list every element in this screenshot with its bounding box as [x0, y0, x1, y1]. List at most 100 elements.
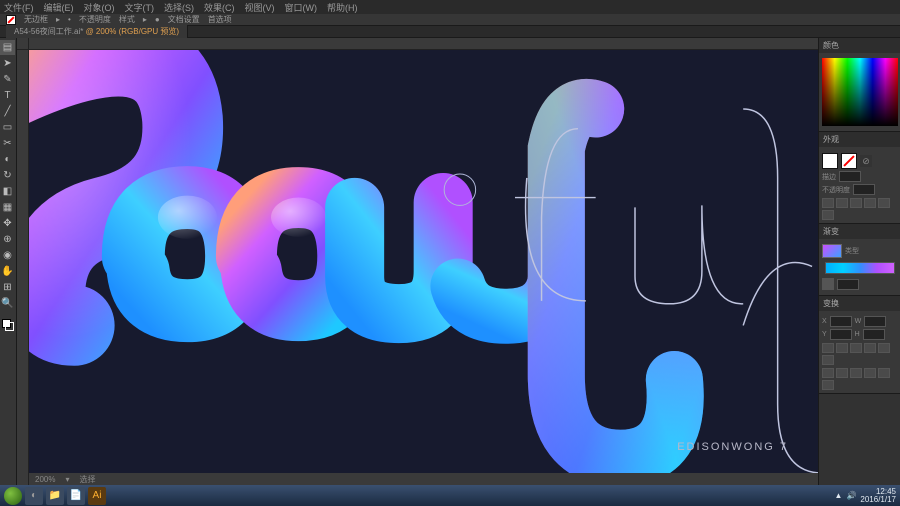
- horizontal-ruler[interactable]: [29, 38, 818, 50]
- no-stroke-icon[interactable]: ⊘: [860, 155, 872, 167]
- join-bevel-icon[interactable]: [822, 210, 834, 220]
- cap-butt-icon[interactable]: [822, 198, 834, 208]
- tray-sound-icon[interactable]: 🔊: [846, 491, 856, 500]
- taskbar-item-2[interactable]: 📁: [46, 487, 64, 505]
- artboard[interactable]: EDISONWONG 7: [29, 50, 818, 473]
- width-tool[interactable]: ◧: [0, 184, 15, 199]
- gradient-stop-icon[interactable]: [822, 278, 834, 290]
- fill-stroke-icon[interactable]: [0, 317, 15, 332]
- menu-edit[interactable]: 编辑(E): [44, 1, 74, 14]
- current-tool-label: 选择: [79, 474, 95, 485]
- h-label: H: [855, 331, 860, 338]
- document-tab[interactable]: A54-56夜间工作.ai* @ 200% (RGB/GPU 预览): [6, 25, 188, 38]
- taskbar-item-ai[interactable]: Ai: [88, 487, 106, 505]
- doc-setup-button[interactable]: 文档设置: [168, 14, 200, 25]
- gradient-slider[interactable]: [825, 262, 895, 274]
- pf-exclude-icon[interactable]: [864, 368, 876, 378]
- tab-zoom: @ 200%: [83, 27, 116, 36]
- taskbar-item-1[interactable]: ◐: [25, 487, 43, 505]
- pf-intersect-icon[interactable]: [850, 368, 862, 378]
- menu-help[interactable]: 帮助(H): [327, 1, 358, 14]
- join-miter-icon[interactable]: [864, 198, 876, 208]
- cap-round-icon[interactable]: [836, 198, 848, 208]
- align-left-icon[interactable]: [822, 343, 834, 353]
- stroke-dropdown[interactable]: 无边框: [24, 14, 48, 25]
- w-label: W: [855, 318, 862, 325]
- hand-tool[interactable]: ✋: [0, 264, 15, 279]
- h-input[interactable]: [863, 329, 885, 340]
- align-vcenter-icon[interactable]: [878, 343, 890, 353]
- artboard-tool[interactable]: ⊞: [0, 280, 15, 295]
- stroke-weight[interactable]: ▸: [56, 15, 60, 24]
- zoom-level[interactable]: 200%: [35, 475, 55, 484]
- color-spectrum[interactable]: [822, 58, 898, 126]
- menu-type[interactable]: 文字(T): [125, 1, 155, 14]
- type-tool[interactable]: T: [0, 88, 15, 103]
- gradient-type-label: 类型: [845, 246, 859, 256]
- preferences-button[interactable]: 首选项: [208, 14, 232, 25]
- ruler-origin[interactable]: [17, 38, 29, 50]
- menu-window[interactable]: 窗口(W): [285, 1, 318, 14]
- fill-swatch[interactable]: [822, 153, 838, 169]
- color-panel-title[interactable]: 颜色: [819, 38, 900, 53]
- scissors-tool[interactable]: ✂: [0, 136, 15, 151]
- tab-filename: A54-56夜间工作.ai*: [14, 27, 83, 36]
- direct-selection-tool[interactable]: ➤: [0, 56, 15, 71]
- y-input[interactable]: [830, 329, 852, 340]
- fill-swatch-icon[interactable]: [6, 15, 16, 25]
- tab-mode: (RGB/GPU 预览): [116, 27, 179, 36]
- menu-effect[interactable]: 效果(C): [204, 1, 235, 14]
- pf-divide-icon[interactable]: [878, 368, 890, 378]
- align-right-icon[interactable]: [850, 343, 862, 353]
- opacity-input[interactable]: [853, 184, 875, 195]
- transform-panel-title[interactable]: 变换: [819, 296, 900, 311]
- taskbar-item-3[interactable]: 📄: [67, 487, 85, 505]
- artwork: [29, 50, 818, 473]
- canvas-area: EDISONWONG 7 200% ▾ 选择: [17, 38, 818, 485]
- line-tool[interactable]: ╱: [0, 104, 15, 119]
- eyedropper-tool[interactable]: ✥: [0, 216, 15, 231]
- join-round-icon[interactable]: [878, 198, 890, 208]
- zoom-tool[interactable]: 🔍: [0, 296, 15, 311]
- toolbox: ▤ ➤ ✎ T ╱ ▭ ✂ ◐ ↻ ◧ ▦ ✥ ⊕ ◉ ✋ ⊞ 🔍: [0, 38, 17, 485]
- menu-view[interactable]: 视图(V): [245, 1, 275, 14]
- menu-bar: 文件(F) 编辑(E) 对象(O) 文字(T) 选择(S) 效果(C) 视图(V…: [0, 0, 900, 14]
- tray-network-icon[interactable]: ▲: [835, 491, 843, 500]
- w-input[interactable]: [864, 316, 886, 327]
- gradient-angle-input[interactable]: [837, 279, 859, 290]
- vertical-ruler[interactable]: [17, 50, 29, 485]
- y-label: Y: [822, 331, 827, 338]
- pf-unite-icon[interactable]: [822, 368, 834, 378]
- blend-tool[interactable]: ⊕: [0, 232, 15, 247]
- gradient-panel-title[interactable]: 渐变: [819, 224, 900, 239]
- pen-tool[interactable]: ✎: [0, 72, 15, 87]
- align-hcenter-icon[interactable]: [836, 343, 848, 353]
- scale-tool[interactable]: ↻: [0, 168, 15, 183]
- rotate-tool[interactable]: ◐: [0, 152, 15, 167]
- gradient-preview[interactable]: [822, 244, 842, 258]
- symbol-tool[interactable]: ◉: [0, 248, 15, 263]
- appearance-panel-title[interactable]: 外观: [819, 132, 900, 147]
- color-panel: 颜色: [819, 38, 900, 132]
- align-top-icon[interactable]: [864, 343, 876, 353]
- selection-tool[interactable]: ▤: [0, 40, 15, 55]
- start-button[interactable]: [4, 487, 22, 505]
- menu-file[interactable]: 文件(F): [4, 1, 34, 14]
- opacity-label: 不透明度: [79, 14, 111, 25]
- stroke-weight-input[interactable]: [839, 171, 861, 182]
- style-label: 样式: [119, 14, 135, 25]
- align-bottom-icon[interactable]: [822, 355, 834, 365]
- system-tray[interactable]: ▲ 🔊 12:45 2016/1/17: [835, 488, 896, 504]
- pf-trim-icon[interactable]: [822, 380, 834, 390]
- menu-object[interactable]: 对象(O): [84, 1, 115, 14]
- x-input[interactable]: [830, 316, 852, 327]
- cap-square-icon[interactable]: [850, 198, 862, 208]
- rectangle-tool[interactable]: ▭: [0, 120, 15, 135]
- menu-select[interactable]: 选择(S): [164, 1, 194, 14]
- x-label: X: [822, 318, 827, 325]
- mesh-tool[interactable]: ▦: [0, 200, 15, 215]
- pf-minus-icon[interactable]: [836, 368, 848, 378]
- stroke-swatch[interactable]: [841, 153, 857, 169]
- style-dropdown[interactable]: ▸: [143, 15, 147, 24]
- transform-panel: 变换 X W Y H: [819, 296, 900, 394]
